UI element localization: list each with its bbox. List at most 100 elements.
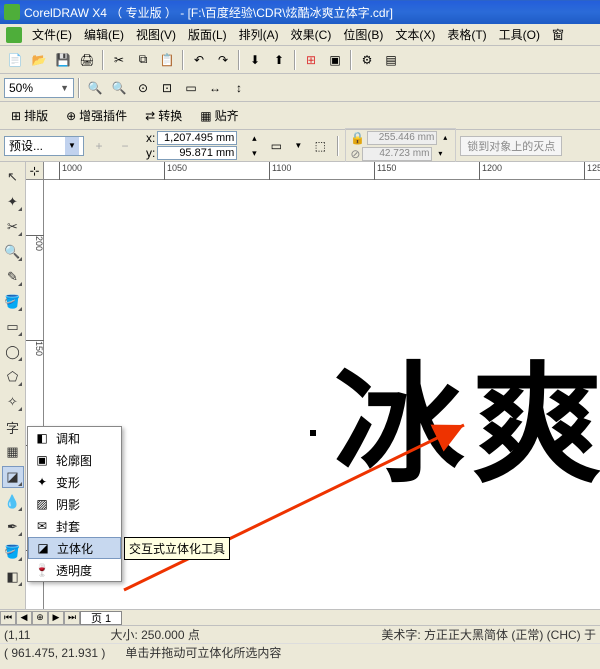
zoom-out-button[interactable]: 🔍 (108, 77, 130, 99)
freehand-tool[interactable]: ✎ (2, 266, 24, 288)
zoom-tool[interactable]: 🔍 (2, 241, 24, 263)
zoom-width-button[interactable]: ↔ (204, 77, 226, 99)
cut-button[interactable]: ✂ (108, 49, 130, 71)
menu-effects[interactable]: 效果(C) (285, 24, 338, 45)
menu-edit[interactable]: 编辑(E) (78, 24, 130, 45)
tab-convert[interactable]: ⇄转换 (138, 105, 189, 127)
import-button[interactable]: ⬇ (244, 49, 266, 71)
flyout-extrude[interactable]: ◪立体化 (28, 537, 121, 559)
flyout-distort[interactable]: ✦变形 (28, 471, 121, 493)
zoom-page-button[interactable]: ▭ (180, 77, 202, 99)
table-tool[interactable]: ▦ (2, 441, 24, 463)
last-page-button[interactable]: ⏭ (64, 611, 80, 625)
tab-label: 排版 (24, 107, 48, 124)
vp-type-button[interactable]: ▭ (265, 135, 287, 157)
tab-snap[interactable]: ▦贴齐 (193, 105, 245, 127)
flyout-envelope[interactable]: ✉封套 (28, 515, 121, 537)
section-tabs: ⊞排版 ⊕增强插件 ⇄转换 ▦贴齐 (0, 102, 600, 130)
paste-button[interactable]: 📋 (156, 49, 178, 71)
zoom-level-combo[interactable]: 50% ▼ (4, 78, 74, 98)
vanishing-point-anchor[interactable] (310, 430, 316, 436)
outline-tool[interactable]: ✒ (2, 516, 24, 538)
flyout-contour[interactable]: ▣轮廓图 (28, 449, 121, 471)
next-page-button[interactable]: ▶ (48, 611, 64, 625)
ellipse-tool[interactable]: ◯ (2, 341, 24, 363)
grid-icon: ⊞ (11, 109, 21, 123)
depth-button[interactable]: ⬚ (309, 135, 331, 157)
flyout-label: 封套 (56, 518, 80, 535)
eyedropper-tool[interactable]: 💧 (2, 491, 24, 513)
spin-down[interactable]: ▾ (247, 146, 261, 160)
y-input[interactable] (157, 146, 237, 160)
menu-view[interactable]: 视图(V) (130, 24, 182, 45)
app-launch-button[interactable]: ⊞ (300, 49, 322, 71)
flyout-transparency[interactable]: 🍷透明度 (28, 559, 121, 581)
spin-up[interactable]: ▴ (439, 132, 451, 144)
export-button[interactable]: ⬆ (268, 49, 290, 71)
print-button[interactable]: 🖨 (76, 49, 98, 71)
interactive-fill-tool[interactable]: ◧ (2, 566, 24, 588)
menu-text[interactable]: 文本(X) (389, 24, 441, 45)
first-page-button[interactable]: ⏮ (0, 611, 16, 625)
tab-plugin[interactable]: ⊕增强插件 (59, 105, 134, 127)
vp-lock-hint[interactable]: 锁到对象上的灭点 (460, 136, 562, 156)
link-icon[interactable]: ⊘ (350, 147, 360, 161)
preset-combo[interactable]: 预设... ▼ (4, 136, 84, 156)
copy-button[interactable]: ⧉ (132, 49, 154, 71)
status-coords: (1,11 (4, 628, 30, 642)
redo-button[interactable]: ↷ (212, 49, 234, 71)
ruler-tick: 150 (26, 340, 44, 356)
zoom-all-button[interactable]: ⊡ (156, 77, 178, 99)
status-bar-2: ( 961.475, 21.931 ) 单击并拖动可立体化所选内容 (0, 643, 600, 661)
interactive-tool[interactable]: ◪ (2, 466, 24, 488)
page-tab[interactable]: 页 1 (80, 611, 122, 625)
menu-table[interactable]: 表格(T) (441, 24, 492, 45)
ruler-origin[interactable]: ⊹ (26, 162, 44, 180)
menu-file[interactable]: 文件(E) (26, 24, 78, 45)
lock-icon[interactable]: 🔒 (350, 131, 365, 145)
del-preset-button[interactable]: − (114, 135, 136, 157)
flyout-label: 阴影 (56, 496, 80, 513)
fill-tool[interactable]: 🪣 (2, 541, 24, 563)
save-button[interactable]: 💾 (52, 49, 74, 71)
menu-tools[interactable]: 工具(O) (493, 24, 546, 45)
zoom-in-button[interactable]: 🔍 (84, 77, 106, 99)
rectangle-tool[interactable]: ▭ (2, 316, 24, 338)
spin-down[interactable]: ▾ (434, 148, 446, 160)
welcome-button[interactable]: ▣ (324, 49, 346, 71)
zoom-selection-button[interactable]: ⊙ (132, 77, 154, 99)
menu-window[interactable]: 窗 (546, 24, 570, 45)
pick-tool[interactable]: ↖ (2, 166, 24, 188)
smart-fill-tool[interactable]: 🪣 (2, 291, 24, 313)
open-button[interactable]: 📂 (28, 49, 50, 71)
basic-shapes-tool[interactable]: ✧ (2, 391, 24, 413)
crop-tool[interactable]: ✂ (2, 216, 24, 238)
text-tool[interactable]: 字 (2, 416, 24, 438)
add-page-button[interactable]: ⊕ (32, 611, 48, 625)
add-preset-button[interactable]: + (88, 135, 110, 157)
x-input[interactable] (157, 131, 237, 145)
vp-type-dropdown[interactable]: ▼ (291, 135, 305, 157)
shape-tool[interactable]: ✦ (2, 191, 24, 213)
tab-typeset[interactable]: ⊞排版 (4, 105, 55, 127)
prev-page-button[interactable]: ◀ (16, 611, 32, 625)
artistic-text-object[interactable]: 冰爽 (334, 320, 600, 508)
options-button[interactable]: ⚙ (356, 49, 378, 71)
new-button[interactable]: 📄 (4, 49, 26, 71)
menu-layout[interactable]: 版面(L) (182, 24, 233, 45)
spin-up[interactable]: ▴ (247, 131, 261, 145)
zoom-height-button[interactable]: ↕ (228, 77, 250, 99)
snap-button[interactable]: ▤ (380, 49, 402, 71)
undo-button[interactable]: ↶ (188, 49, 210, 71)
menu-arrange[interactable]: 排列(A) (233, 24, 285, 45)
flyout-blend[interactable]: ◧调和 (28, 427, 121, 449)
ruler-horizontal[interactable]: 1000 1050 1100 1150 1200 1250 (44, 162, 600, 180)
flyout-shadow[interactable]: ▨阴影 (28, 493, 121, 515)
snap-icon: ▦ (200, 109, 211, 123)
polygon-tool[interactable]: ⬠ (2, 366, 24, 388)
y-label: y: (146, 146, 155, 160)
chevron-down-icon: ▼ (65, 137, 79, 155)
ruler-tick: 1100 (269, 162, 291, 180)
page-navigator: ⏮ ◀ ⊕ ▶ ⏭ 页 1 (0, 609, 600, 625)
menu-bitmap[interactable]: 位图(B) (337, 24, 389, 45)
